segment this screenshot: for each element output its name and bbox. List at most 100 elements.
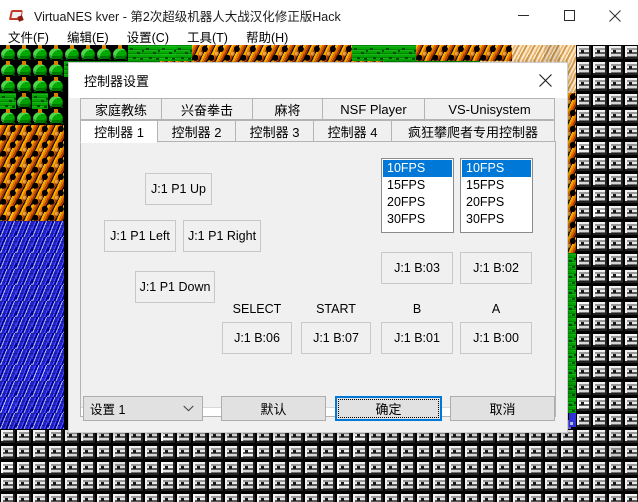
bind-button-start[interactable]: J:1 B:07 [301,322,371,354]
game-tile [384,477,400,493]
game-tile [592,413,608,429]
bind-button-dpad-down[interactable]: J:1 P1 Down [135,271,215,303]
game-tile [48,157,64,173]
menu-file[interactable]: 文件(F) [7,31,57,45]
bind-button-select[interactable]: J:1 B:06 [222,322,292,354]
game-tile [464,445,480,461]
listbox-option[interactable]: 10FPS [462,160,531,177]
game-tile [592,205,608,221]
maximize-button[interactable] [546,0,592,31]
close-button[interactable] [592,0,638,31]
game-tile [592,461,608,477]
bind-button-a[interactable]: J:1 B:00 [460,322,532,354]
game-tile [624,189,638,205]
game-tile [80,461,96,477]
game-tile [320,45,336,61]
listbox-option[interactable]: 10FPS [383,160,452,177]
window-controls [500,0,638,31]
game-tile [512,461,528,477]
game-tile [624,109,638,125]
tab-controller-1[interactable]: 控制器 1 [80,120,158,143]
game-tile [368,445,384,461]
menu-tools[interactable]: 工具(T) [186,31,236,45]
game-tile [0,429,16,445]
label-select: SELECT [232,302,282,316]
game-tile [0,445,16,461]
bind-button-dpad-right[interactable]: J:1 P1 Right [183,220,261,252]
game-tile [592,493,608,502]
listbox-option[interactable]: 15FPS [462,177,531,194]
game-tile [16,77,32,93]
game-tile [464,461,480,477]
bind-button-turbo-a[interactable]: J:1 B:02 [460,252,532,284]
game-tile [0,253,16,269]
listbox-option[interactable]: 20FPS [462,194,531,211]
game-tile [352,477,368,493]
menu-edit[interactable]: 编辑(E) [66,31,117,45]
game-tile [48,61,64,77]
listbox-option[interactable]: 20FPS [383,194,452,211]
listbox-turbo-a-rate[interactable]: 10FPS 15FPS 20FPS 30FPS [460,158,533,233]
tab-vs-unisystem[interactable]: VS-Unisystem [424,98,555,120]
tab-crazy-climber-controller[interactable]: 疯狂攀爬者专用控制器 [391,120,555,143]
game-tile [592,237,608,253]
tab-controller-3[interactable]: 控制器 3 [235,120,314,143]
game-tile [160,477,176,493]
tab-mahjong[interactable]: 麻将 [252,98,323,120]
tab-controller-2[interactable]: 控制器 2 [157,120,236,143]
game-tile [432,493,448,502]
tab-family-trainer[interactable]: 家庭教练 [80,98,162,120]
game-tile [240,445,256,461]
game-tile [480,45,496,61]
game-tile [576,253,592,269]
game-tile [0,317,16,333]
game-tile [464,493,480,502]
bind-button-b[interactable]: J:1 B:01 [381,322,453,354]
game-tile [448,477,464,493]
tab-nsf-player[interactable]: NSF Player [322,98,425,120]
game-tile [384,461,400,477]
bind-button-dpad-left[interactable]: J:1 P1 Left [104,220,176,252]
game-tile [576,301,592,317]
preset-select[interactable]: 设置 1 [83,396,203,421]
game-tile [464,45,480,61]
game-tile [592,141,608,157]
minimize-button[interactable] [500,0,546,31]
game-tile [576,93,592,109]
listbox-option[interactable]: 30FPS [462,211,531,228]
game-tile [496,45,512,61]
game-tile [608,109,624,125]
game-tile [592,173,608,189]
window-title: VirtuaNES kver - 第2次超级机器人大战汉化修正版Hack [34,10,341,24]
game-tile [96,45,112,61]
game-tile [352,445,368,461]
game-tile [400,477,416,493]
game-tile [32,269,48,285]
default-button[interactable]: 默认 [221,396,326,421]
game-tile [16,301,32,317]
listbox-turbo-b-rate[interactable]: 10FPS 15FPS 20FPS 30FPS [381,158,454,233]
game-tile [256,45,272,61]
listbox-option[interactable]: 15FPS [383,177,452,194]
menu-help[interactable]: 帮助(H) [245,31,296,45]
game-tile [224,45,240,61]
game-tile [208,477,224,493]
bind-button-dpad-up[interactable]: J:1 P1 Up [145,173,212,205]
game-tile [432,45,448,61]
ok-button[interactable]: 确定 [335,396,442,421]
tab-controller-4[interactable]: 控制器 4 [313,120,392,143]
menu-settings[interactable]: 设置(C) [126,31,177,45]
game-tile [304,45,320,61]
game-tile [576,413,592,429]
game-tile [272,477,288,493]
bind-button-turbo-b[interactable]: J:1 B:03 [381,252,453,284]
game-tile [80,493,96,502]
game-tile [528,461,544,477]
game-tile [608,445,624,461]
dialog-close-icon[interactable] [523,63,567,97]
game-tile [608,173,624,189]
listbox-option[interactable]: 30FPS [383,211,452,228]
game-tile [624,477,638,493]
cancel-button[interactable]: 取消 [450,396,555,421]
tab-excite-boxing[interactable]: 兴奋拳击 [161,98,253,120]
